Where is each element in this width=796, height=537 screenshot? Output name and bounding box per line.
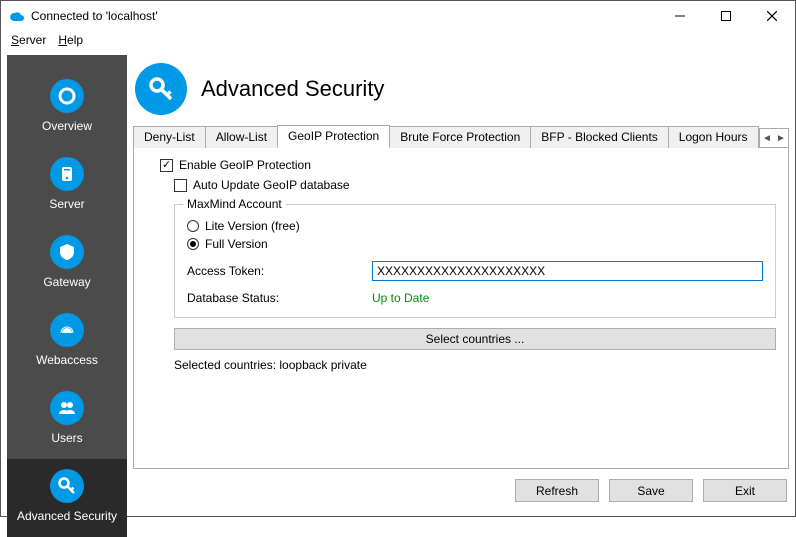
menu-server[interactable]: Server [11,33,46,47]
sidebar-item-overview[interactable]: Overview [7,69,127,147]
window-title: Connected to 'localhost' [31,9,657,23]
sidebar-item-label: Users [51,431,82,445]
access-token-label: Access Token: [187,264,372,278]
refresh-button[interactable]: Refresh [515,479,599,502]
menu-help[interactable]: Help [58,33,83,47]
auto-update-label: Auto Update GeoIP database [193,178,350,192]
menubar: Server Help [1,31,795,51]
maxmind-legend: MaxMind Account [183,197,286,211]
close-button[interactable] [749,1,795,31]
tab-geoip-protection[interactable]: GeoIP Protection [277,125,390,148]
sidebar-item-label: Server [49,197,84,211]
server-icon [50,157,84,191]
tab-logon-hours[interactable]: Logon Hours [668,126,759,148]
sidebar-item-label: Gateway [43,275,90,289]
users-icon [50,391,84,425]
tab-scroll-left[interactable]: ◄ [760,129,774,148]
enable-geoip-checkbox[interactable] [160,159,173,172]
key-icon [50,469,84,503]
gateway-icon [50,235,84,269]
save-button[interactable]: Save [609,479,693,502]
access-token-input[interactable] [372,261,763,281]
selected-countries-text: Selected countries: loopback private [174,358,776,372]
page-title: Advanced Security [201,76,384,102]
header-key-icon [135,63,187,115]
tab-allow-list[interactable]: Allow-List [205,126,278,148]
sidebar-item-server[interactable]: Server [7,147,127,225]
radio-full-label: Full Version [205,237,268,251]
tab-brute-force-protection[interactable]: Brute Force Protection [389,126,531,148]
sidebar-item-label: Overview [42,119,92,133]
tab-bfp-blocked-clients[interactable]: BFP - Blocked Clients [530,126,669,148]
content-area: Advanced Security Deny-List Allow-List G… [133,55,789,504]
titlebar: Connected to 'localhost' [1,1,795,31]
sidebar-item-users[interactable]: Users [7,381,127,459]
exit-button[interactable]: Exit [703,479,787,502]
database-status-label: Database Status: [187,291,372,305]
tab-deny-list[interactable]: Deny-List [133,126,206,148]
radio-full-version[interactable] [187,238,199,250]
radio-lite-version[interactable] [187,220,199,232]
footer-buttons: Refresh Save Exit [133,469,789,504]
auto-update-checkbox[interactable] [174,179,187,192]
app-cloud-icon [9,8,25,24]
database-status-value: Up to Date [372,291,429,305]
radio-lite-label: Lite Version (free) [205,219,300,233]
sidebar-item-gateway[interactable]: Gateway [7,225,127,303]
tabpanel-geoip: Enable GeoIP Protection Auto Update GeoI… [133,148,789,469]
overview-icon [50,79,84,113]
select-countries-button[interactable]: Select countries ... [174,328,776,350]
sidebar-item-label: Advanced Security [17,509,117,523]
sidebar: Overview Server Gateway Webaccess Users [7,55,127,504]
sidebar-item-advanced-security[interactable]: Advanced Security [7,459,127,537]
webaccess-icon [50,313,84,347]
sidebar-item-label: Webaccess [36,353,98,367]
maximize-button[interactable] [703,1,749,31]
minimize-button[interactable] [657,1,703,31]
enable-geoip-label: Enable GeoIP Protection [179,158,311,172]
tab-scroll-right[interactable]: ► [774,129,788,148]
sidebar-item-webaccess[interactable]: Webaccess [7,303,127,381]
tabstrip: Deny-List Allow-List GeoIP Protection Br… [133,125,789,148]
